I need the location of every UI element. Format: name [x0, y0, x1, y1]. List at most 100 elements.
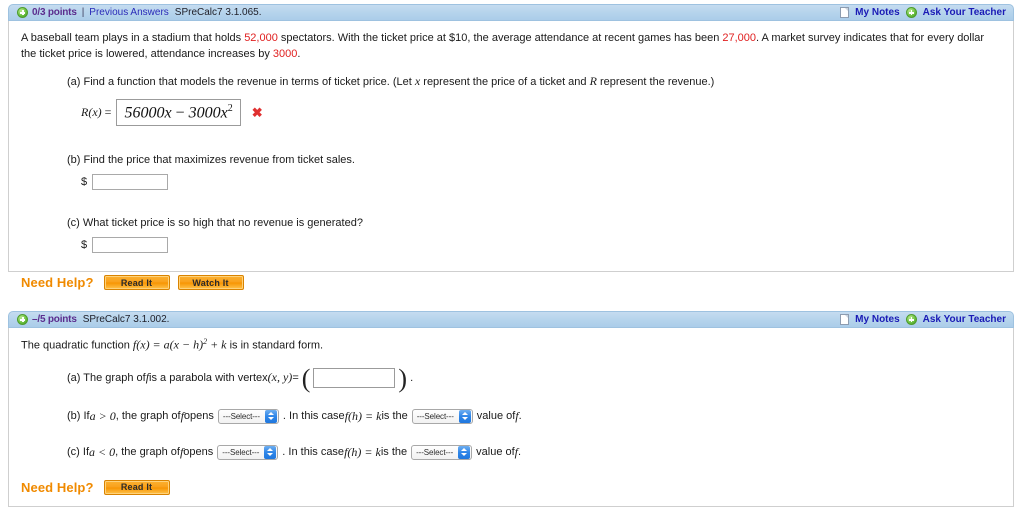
problem-2-header-left: –/5 points SPreCalc7 3.1.002. [17, 314, 169, 325]
p2-part-b-text-5: is the [381, 410, 408, 423]
p2-part-b-expr: f(h) = k [344, 408, 382, 423]
p2-part-c-text-1: (c) If [67, 446, 89, 459]
plus-circle-icon[interactable] [905, 314, 917, 325]
p2-stem-text-1: The quadratic function [21, 339, 133, 352]
part-a-prompt: (a) Find a function that models the reve… [67, 74, 1001, 90]
my-notes-link[interactable]: My Notes [855, 314, 899, 325]
p2-part-a-row: (a) The graph of f is a parabola with ve… [67, 363, 414, 393]
p2-part-a-period: . [410, 371, 414, 384]
p2-part-c-select-1[interactable]: ---Select--- [217, 444, 279, 460]
select-value: ---Select--- [416, 447, 454, 457]
chevron-updown-icon[interactable] [264, 409, 277, 423]
p2-part-b-text-4: . In this case [282, 410, 345, 423]
part-c-answer-row: $ [81, 237, 1001, 253]
stem-number-capacity: 52,000 [244, 32, 278, 44]
problem-2-statement: The quadratic function f(x) = a(x − h)2 … [21, 337, 1001, 353]
part-a-answer-input[interactable]: 56000x − 3000x2 [116, 99, 241, 126]
dollar-sign-c: $ [81, 239, 88, 251]
part-a-text-1: (a) Find a function that models the reve… [67, 76, 415, 88]
problem-card-2: –/5 points SPreCalc7 3.1.002. My Notes A… [8, 311, 1014, 507]
p2-part-b-text-7: . [518, 410, 522, 423]
p2-stem-text-3: is in standard form. [226, 339, 324, 352]
plus-circle-icon[interactable] [17, 7, 28, 18]
answer-label: R(x) = [81, 105, 111, 120]
read-it-button[interactable]: Read It [103, 479, 170, 495]
p2-part-c-text-7: . [518, 446, 522, 459]
plus-circle-icon[interactable] [17, 314, 28, 325]
p2-part-c-select-2[interactable]: ---Select--- [411, 444, 473, 460]
watch-it-button[interactable]: Watch It [177, 275, 244, 290]
problem-code: SPreCalc7 3.1.065. [174, 7, 262, 18]
problem-1-body: A baseball team plays in a stadium that … [8, 21, 1014, 290]
p2-part-b-row: (b) If a > 0, the graph of f opens ---Se… [67, 408, 1001, 424]
p2-part-c-expr: f(h) = k [344, 444, 381, 459]
p2-part-c-text-6: value of [476, 446, 515, 459]
need-help-section-2: Need Help? Read It [21, 479, 1001, 495]
p2-part-c-condition: a < 0 [89, 444, 116, 459]
stem-number-increase: 3000 [272, 48, 298, 60]
p2-part-b-select-2[interactable]: ---Select--- [411, 408, 473, 424]
problem-2-header: –/5 points SPreCalc7 3.1.002. My Notes A… [8, 311, 1014, 328]
formula-exponent: 2 [227, 102, 233, 114]
previous-answers-link[interactable]: Previous Answers [89, 7, 168, 18]
problem-code: SPreCalc7 3.1.002. [82, 314, 170, 325]
part-a-var-r: R [589, 74, 597, 88]
answer-label-equals: = [101, 105, 112, 119]
part-a-text-2: represent the price of a ticket and [420, 76, 590, 88]
problem-1-header: 0/3 points | Previous Answers SPreCalc7 … [8, 4, 1014, 21]
part-c-prompt: (c) What ticket price is so high that no… [67, 217, 363, 229]
part-a-text-3: represent the revenue.) [596, 76, 715, 88]
note-page-icon [840, 7, 850, 18]
incorrect-mark: ✖ [251, 105, 263, 120]
dollar-sign-b: $ [81, 176, 88, 188]
header-separator: | [81, 7, 85, 18]
ask-your-teacher-link[interactable]: Ask Your Teacher [923, 7, 1006, 18]
p2-part-a-equals: = [292, 371, 299, 384]
p2-part-b-select-1[interactable]: ---Select--- [217, 408, 279, 424]
problem-card-1: 0/3 points | Previous Answers SPreCalc7 … [8, 4, 1014, 290]
need-help-label: Need Help? [21, 275, 94, 290]
note-page-icon [840, 314, 850, 325]
problem-2-header-right: My Notes Ask Your Teacher [840, 314, 1006, 325]
part-b-answer-row: $ [81, 174, 1001, 190]
points-label: 0/3 points [32, 7, 77, 18]
p2-part-b-text-1: (b) If [67, 410, 90, 423]
p2-stem-text-2: + k [207, 337, 227, 352]
points-label: –/5 points [32, 314, 77, 325]
problem-1-header-left: 0/3 points | Previous Answers SPreCalc7 … [17, 7, 262, 18]
part-a-answer-formula: 56000x − 3000x2 [124, 103, 232, 122]
stem-text-1: A baseball team plays in a stadium that … [21, 32, 245, 44]
part-b-input[interactable] [92, 174, 169, 190]
select-value: ---Select--- [222, 447, 260, 457]
p2-part-c-text-4: . In this case [282, 446, 345, 459]
p2-part-a-coords: (x, y) [267, 370, 293, 385]
select-value: ---Select--- [222, 411, 260, 421]
formula-operator: − [171, 104, 189, 122]
p2-part-c-row: (c) If a < 0, the graph of f opens ---Se… [67, 444, 1001, 460]
chevron-updown-icon[interactable] [264, 445, 277, 459]
select-value: ---Select--- [416, 411, 454, 421]
stem-text-4: . [297, 48, 301, 60]
read-it-button[interactable]: Read It [103, 275, 170, 290]
p2-part-c-text-3: opens [183, 446, 214, 459]
part-c-input[interactable] [92, 237, 169, 253]
problem-2-body: The quadratic function f(x) = a(x − h)2 … [8, 328, 1014, 507]
my-notes-link[interactable]: My Notes [855, 7, 899, 18]
ask-your-teacher-link[interactable]: Ask Your Teacher [923, 314, 1006, 325]
need-help-label: Need Help? [21, 479, 94, 495]
stem-number-attendance: 27,000 [722, 32, 757, 44]
plus-circle-icon[interactable] [905, 7, 917, 18]
p2-part-b-text-3: opens [183, 410, 214, 423]
need-help-section-1: Need Help? Read It Watch It [21, 275, 1001, 290]
formula-term-2: 3000x [188, 104, 228, 122]
chevron-updown-icon[interactable] [458, 445, 471, 459]
p2-part-a-text-1: (a) The graph of [67, 371, 146, 384]
part-b-prompt: (b) Find the price that maximizes revenu… [67, 154, 355, 166]
chevron-updown-icon[interactable] [458, 409, 471, 423]
p2-part-a-vertex-input[interactable] [313, 367, 396, 388]
problem-1-statement: A baseball team plays in a stadium that … [21, 30, 1001, 62]
p2-part-b-condition: a > 0 [89, 408, 116, 423]
answer-label-fn: R(x) [81, 105, 102, 119]
p2-part-b-text-2: , the graph of [115, 410, 181, 423]
stem-text-2: spectators. With the ticket price at $10… [277, 32, 723, 44]
